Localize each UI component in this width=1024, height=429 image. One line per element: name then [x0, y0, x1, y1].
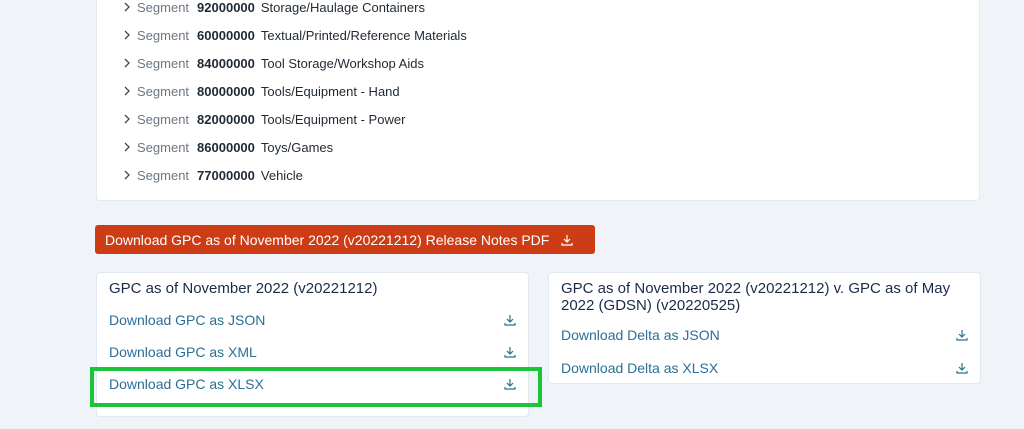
download-gpc-xml-link[interactable]: Download GPC as XML — [109, 341, 516, 363]
download-icon — [561, 234, 573, 246]
segment-code: 92000000 — [197, 0, 255, 15]
panel-title: GPC as of November 2022 (v20221212) v. G… — [561, 280, 951, 314]
segment-row[interactable]: Segment 80000000 Tools/Equipment - Hand — [121, 81, 400, 101]
chevron-right-icon[interactable] — [121, 141, 133, 153]
segment-name: Tool Storage/Workshop Aids — [260, 55, 424, 71]
link-label: Download GPC as XLSX — [109, 376, 264, 392]
segment-code: 84000000 — [197, 55, 255, 71]
segment-code: 77000000 — [197, 167, 255, 183]
segment-row[interactable]: Segment 77000000 Vehicle — [121, 165, 303, 185]
download-gpc-xlsx-link[interactable]: Download GPC as XLSX — [109, 373, 516, 395]
chevron-right-icon[interactable] — [121, 57, 133, 69]
segment-name: Vehicle — [260, 167, 303, 183]
download-gpc-json-link[interactable]: Download GPC as JSON — [109, 309, 516, 331]
release-notes-label: Download GPC as of November 2022 (v20221… — [105, 231, 550, 248]
segment-row[interactable]: Segment 60000000 Textual/Printed/Referen… — [121, 25, 467, 45]
segment-label: Segment — [137, 0, 190, 15]
segment-code: 60000000 — [197, 27, 255, 43]
chevron-right-icon[interactable] — [121, 1, 133, 13]
chevron-right-icon[interactable] — [121, 85, 133, 97]
download-icon[interactable] — [504, 314, 516, 326]
download-icon[interactable] — [504, 378, 516, 390]
segment-list-card: Segment 92000000 Storage/Haulage Contain… — [96, 0, 980, 201]
gpc-download-panel: GPC as of November 2022 (v20221212) Down… — [96, 272, 529, 417]
segment-name: Tools/Equipment - Hand — [260, 83, 400, 99]
download-delta-json-link[interactable]: Download Delta as JSON — [561, 324, 968, 346]
link-label: Download Delta as JSON — [561, 327, 720, 343]
download-icon[interactable] — [956, 329, 968, 341]
download-icon[interactable] — [956, 362, 968, 374]
chevron-right-icon[interactable] — [121, 113, 133, 125]
panel-title: GPC as of November 2022 (v20221212) — [109, 280, 378, 297]
segment-name: Textual/Printed/Reference Materials — [260, 27, 467, 43]
segment-name: Toys/Games — [260, 139, 334, 155]
segment-row[interactable]: Segment 86000000 Toys/Games — [121, 137, 333, 157]
segment-label: Segment — [137, 55, 190, 71]
segment-row[interactable]: Segment 82000000 Tools/Equipment - Power — [121, 109, 405, 129]
segment-name: Tools/Equipment - Power — [260, 111, 406, 127]
link-label: Download Delta as XLSX — [561, 360, 719, 376]
segment-name: Storage/Haulage Containers — [260, 0, 425, 15]
chevron-right-icon[interactable] — [121, 29, 133, 41]
link-label: Download GPC as XML — [109, 344, 257, 360]
segment-label: Segment — [137, 111, 190, 127]
segment-code: 82000000 — [197, 111, 255, 127]
segment-label: Segment — [137, 167, 190, 183]
download-delta-xlsx-link[interactable]: Download Delta as XLSX — [561, 357, 968, 379]
chevron-right-icon[interactable] — [121, 169, 133, 181]
segment-row[interactable]: Segment 84000000 Tool Storage/Workshop A… — [121, 53, 424, 73]
segment-label: Segment — [137, 139, 190, 155]
link-label: Download GPC as JSON — [109, 312, 266, 328]
gpc-delta-download-panel: GPC as of November 2022 (v20221212) v. G… — [548, 272, 981, 384]
segment-label: Segment — [137, 83, 190, 99]
segment-row[interactable]: Segment 92000000 Storage/Haulage Contain… — [121, 0, 425, 17]
segment-label: Segment — [137, 27, 190, 43]
download-icon[interactable] — [504, 346, 516, 358]
release-notes-download-button[interactable]: Download GPC as of November 2022 (v20221… — [95, 225, 595, 254]
segment-code: 80000000 — [197, 83, 255, 99]
segment-code: 86000000 — [197, 139, 255, 155]
